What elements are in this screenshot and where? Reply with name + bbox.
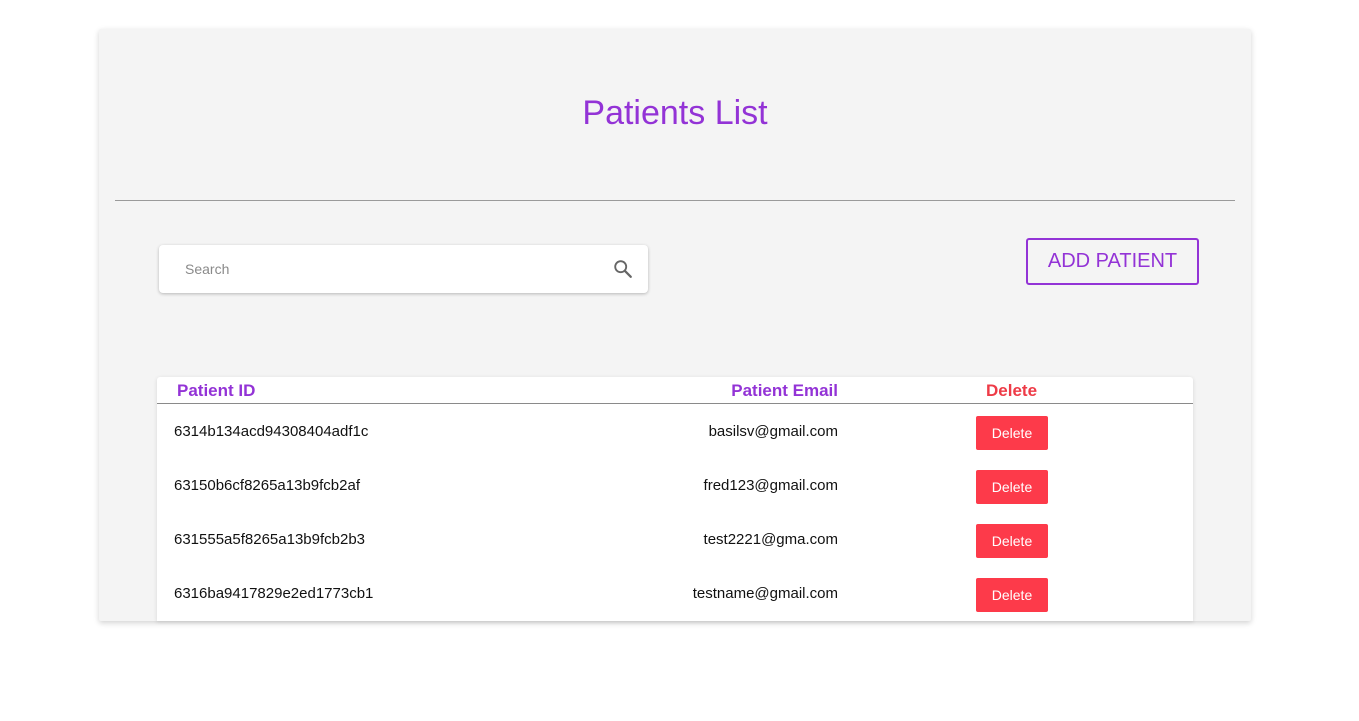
- table-header: Patient ID Patient Email Delete: [157, 377, 1193, 404]
- table-row: 6314b134acd94308404adf1c basilsv@gmail.c…: [157, 405, 1193, 459]
- search-icon[interactable]: [612, 258, 634, 280]
- patient-id-cell: 6314b134acd94308404adf1c: [174, 423, 369, 440]
- column-header-patient-email: Patient Email: [731, 381, 838, 400]
- divider: [115, 200, 1235, 201]
- patient-email-cell: fred123@gmail.com: [703, 477, 838, 494]
- delete-button[interactable]: Delete: [976, 470, 1048, 504]
- search-box: [159, 245, 648, 293]
- page-title: Patients List: [582, 94, 768, 132]
- patient-email-cell: testname@gmail.com: [692, 585, 838, 602]
- table-row: 6316ba9417829e2ed1773cb1 testname@gmail.…: [157, 567, 1193, 621]
- delete-button[interactable]: Delete: [976, 578, 1048, 612]
- search-input[interactable]: [185, 245, 585, 293]
- add-patient-button[interactable]: ADD PATIENT: [1026, 238, 1199, 285]
- column-header-patient-id: Patient ID: [177, 381, 256, 400]
- patient-email-cell: basilsv@gmail.com: [708, 423, 838, 440]
- patients-card: Patients List ADD PATIENT Patient ID Pat…: [99, 29, 1251, 621]
- delete-button[interactable]: Delete: [976, 416, 1048, 450]
- patients-table: Patient ID Patient Email Delete 6314b134…: [157, 377, 1193, 621]
- table-row: 63150b6cf8265a13b9fcb2af fred123@gmail.c…: [157, 459, 1193, 513]
- column-header-delete: Delete: [986, 381, 1038, 400]
- patient-id-cell: 63150b6cf8265a13b9fcb2af: [174, 477, 361, 494]
- patient-email-cell: test2221@gma.com: [703, 531, 838, 548]
- patient-id-cell: 631555a5f8265a13b9fcb2b3: [174, 531, 366, 548]
- patient-id-cell: 6316ba9417829e2ed1773cb1: [174, 585, 374, 602]
- delete-button[interactable]: Delete: [976, 524, 1048, 558]
- table-row: 631555a5f8265a13b9fcb2b3 test2221@gma.co…: [157, 513, 1193, 567]
